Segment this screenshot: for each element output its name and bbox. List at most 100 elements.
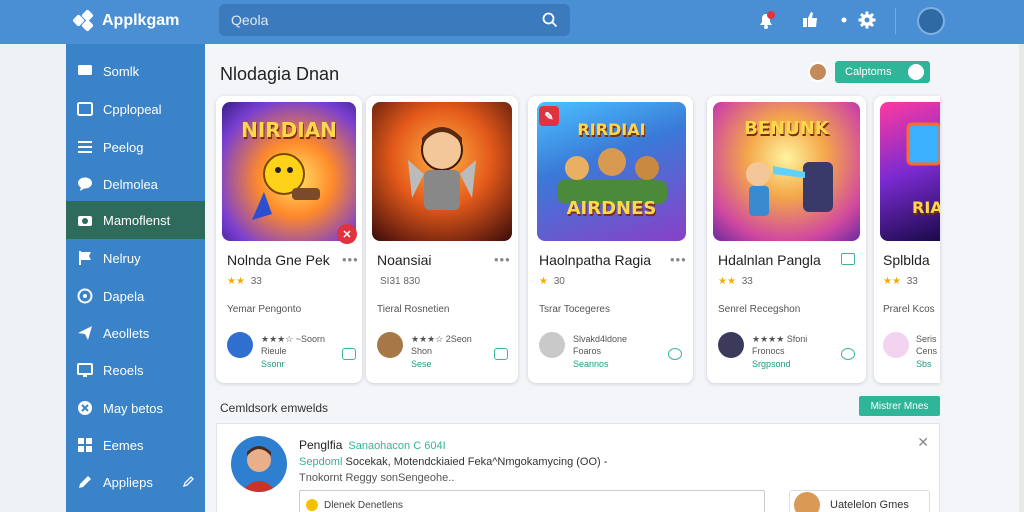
sidebar-item-reoels[interactable]: Reoels bbox=[66, 351, 205, 389]
notification-bell-icon[interactable] bbox=[754, 8, 778, 32]
section-action-button[interactable]: Mistrer Mnes bbox=[859, 396, 940, 416]
post-tag: Sanaohacon C 604I bbox=[348, 440, 446, 452]
game-category: Yemar Pengonto bbox=[227, 304, 302, 315]
game-card[interactable]: RIA Splblda ★★ 33 Prarel Kcos Seris Cens… bbox=[874, 96, 940, 383]
top-bar: Applkgam Qeola bbox=[0, 0, 1024, 44]
comment-icon[interactable] bbox=[668, 348, 682, 360]
app-logo[interactable]: Applkgam bbox=[72, 9, 180, 33]
sidebar-item-aeollets[interactable]: Aeollets bbox=[66, 314, 205, 352]
game-category: Tsrar Tocegeres bbox=[539, 304, 610, 315]
feed-post: Penglfia Sanaohacon C 604I Sepdoml Soceka… bbox=[216, 423, 940, 512]
header-action-button[interactable]: Calptoms bbox=[835, 61, 930, 83]
rating: SI31 830 bbox=[377, 276, 420, 287]
gear-icon[interactable] bbox=[855, 8, 879, 32]
sidebar: Somlk Cpplopeal Peelog Delmolea Mamoflen… bbox=[66, 44, 205, 512]
rating-value: 33 bbox=[250, 276, 262, 287]
more-icon[interactable]: ••• bbox=[494, 252, 511, 267]
sidebar-item-somlk[interactable]: Somlk bbox=[66, 52, 205, 90]
sidebar-item-label: Mamoflenst bbox=[103, 212, 171, 228]
review-meta: Slvakd4ldone bbox=[573, 334, 628, 344]
game-name: Splblda bbox=[883, 252, 930, 268]
review-meta: Seris bbox=[916, 334, 937, 344]
sidebar-item-label: Nelruy bbox=[103, 250, 141, 266]
toggle-icon bbox=[908, 64, 924, 80]
sidebar-item-may-betos[interactable]: May betos bbox=[66, 389, 205, 427]
sidebar-item-label: Aeollets bbox=[103, 325, 150, 341]
user-avatar[interactable] bbox=[917, 7, 945, 35]
post-text: Socekak, Motendckiaied Feka^Nmgokamycing… bbox=[345, 456, 608, 468]
game-card[interactable]: Noansiai ••• SI31 830 Tieral Rosnetien ★… bbox=[366, 96, 518, 383]
related-game-item[interactable]: Uatelelon Gmes bbox=[789, 490, 930, 512]
rating-value: 30 bbox=[553, 276, 565, 287]
sidebar-item-peelog[interactable]: Peelog bbox=[66, 128, 205, 166]
post-author-avatar[interactable] bbox=[231, 436, 287, 492]
sidebar-item-dapela[interactable]: Dapela bbox=[66, 277, 205, 315]
emoji-icon[interactable] bbox=[306, 499, 318, 511]
game-card[interactable]: NIRDIAN ✕ Nolnda Gne Pek ••• ★★ 33 Yemar… bbox=[216, 96, 362, 383]
game-name: Haolnpatha Ragia bbox=[539, 252, 652, 268]
sidebar-item-mamoflenst[interactable]: Mamoflenst bbox=[66, 201, 205, 239]
developer-avatar bbox=[718, 332, 744, 358]
post-input[interactable]: Dlenek Denetlens bbox=[299, 490, 765, 512]
edit-small-icon[interactable] bbox=[182, 475, 195, 490]
comment-icon[interactable] bbox=[494, 348, 508, 360]
post-subtext: Tnokornt Reggy sonSengeohe.. bbox=[299, 472, 455, 484]
sidebar-item-label: Applieps bbox=[103, 474, 153, 490]
camera-icon bbox=[76, 211, 94, 229]
more-icon[interactable]: ••• bbox=[342, 252, 359, 267]
sidebar-item-delmolea[interactable]: Delmolea bbox=[66, 165, 205, 203]
grid-icon bbox=[76, 436, 94, 454]
window-edge bbox=[1019, 44, 1024, 512]
review-author: Foaros bbox=[573, 346, 602, 356]
game-name: Noansiai bbox=[377, 252, 432, 268]
featured-badge-icon: ✕ bbox=[337, 224, 357, 244]
bookmark-icon: ✎ bbox=[539, 106, 559, 126]
review-meta: ★★★☆ ~Soorn bbox=[261, 334, 326, 344]
game-art-title: AIRDNES bbox=[566, 198, 657, 219]
sidebar-item-applieps[interactable]: Applieps bbox=[66, 463, 205, 501]
comment-icon[interactable] bbox=[342, 348, 356, 360]
review-meta: ★★★★ Sfoni bbox=[752, 334, 808, 344]
monitor-icon bbox=[76, 361, 94, 379]
post-author-name: Penglfia bbox=[299, 438, 343, 452]
screen-icon bbox=[76, 62, 94, 80]
sidebar-item-cpplopeal[interactable]: Cpplopeal bbox=[66, 90, 205, 128]
review-action: Ssonr bbox=[261, 359, 285, 369]
review-author: Fronocs bbox=[752, 346, 785, 356]
thumbs-up-icon[interactable] bbox=[798, 8, 822, 32]
app-title: Applkgam bbox=[102, 12, 180, 29]
search-bar[interactable]: Qeola bbox=[219, 4, 570, 36]
game-card[interactable]: BENUNK Hdalnlan Pangla ★★ 33 Senrel Rece… bbox=[707, 96, 866, 383]
developer-avatar bbox=[883, 332, 909, 358]
search-icon[interactable] bbox=[542, 12, 558, 28]
review-meta: ★★★☆ 2Seon bbox=[411, 334, 472, 344]
sidebar-item-nelruy[interactable]: Nelruy bbox=[66, 239, 205, 277]
close-icon[interactable]: ✕ bbox=[917, 434, 929, 451]
developer-avatar bbox=[539, 332, 565, 358]
send-icon bbox=[76, 324, 94, 342]
sidebar-item-label: Reoels bbox=[103, 362, 144, 378]
comment-icon[interactable] bbox=[841, 348, 855, 360]
chat-bubble-icon bbox=[76, 175, 94, 193]
header-avatar[interactable] bbox=[808, 62, 828, 82]
review-action: Seannos bbox=[573, 359, 609, 369]
more-icon[interactable]: ••• bbox=[670, 252, 687, 267]
game-art: RIRDIAI AIRDNES bbox=[537, 102, 686, 241]
post-body: Sepdoml Socekak, Motendckiaied Feka^Nmgo… bbox=[299, 456, 607, 468]
image-icon[interactable] bbox=[841, 253, 855, 265]
review-action: Srgpsond bbox=[752, 359, 791, 369]
window-icon bbox=[76, 100, 94, 118]
developer-avatar bbox=[377, 332, 403, 358]
sidebar-item-label: Cpplopeal bbox=[103, 101, 162, 117]
rating: ★★ 33 bbox=[227, 276, 262, 287]
game-card[interactable]: RIRDIAI AIRDNES ✎ Haolnpatha Ragia ••• ★… bbox=[528, 96, 693, 383]
top-divider bbox=[895, 8, 896, 34]
post-input-text: Dlenek Denetlens bbox=[324, 499, 403, 511]
game-art: BENUNK bbox=[713, 102, 860, 241]
sidebar-item-eemes[interactable]: Eemes bbox=[66, 426, 205, 464]
review-author: Rieule bbox=[261, 346, 287, 356]
review-action: Sese bbox=[411, 359, 432, 369]
rating-value: SI31 830 bbox=[380, 276, 421, 287]
related-game-label: Uatelelon Gmes bbox=[830, 499, 909, 511]
search-input[interactable]: Qeola bbox=[231, 12, 542, 28]
